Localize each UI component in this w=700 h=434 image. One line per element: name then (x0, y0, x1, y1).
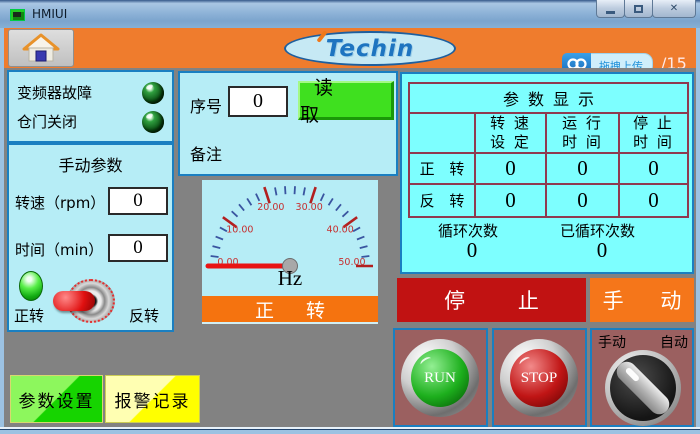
main-area: 变频器故障 仓门关闭 手动参数 转速（rpm） 时间（min） 正转 反转 序号 (4, 68, 696, 427)
alarm-row-door: 仓门关闭 (17, 107, 164, 136)
alarm-log-button[interactable]: 报警记录 (105, 375, 200, 423)
param-table-corner (410, 114, 476, 154)
serial-label: 序号 (190, 93, 222, 117)
col-header-stoptime: 停 止 时 间 (620, 114, 687, 154)
stop-push-panel: STOP (492, 328, 587, 427)
inverter-fault-label: 变频器故障 (17, 82, 92, 103)
mode-selector-switch[interactable] (605, 350, 681, 426)
inverter-fault-lamp-icon (142, 82, 164, 104)
window-title: HMIUI (32, 7, 67, 21)
param-settings-button[interactable]: 参数设置 (10, 375, 103, 423)
maximize-button[interactable] (624, 0, 653, 18)
gauge-unit: Hz (202, 266, 378, 291)
serial-input[interactable] (228, 86, 288, 117)
manual-mode-button[interactable]: 手 动 (590, 278, 694, 322)
param-table: 参数显示 转 速 设 定 运 行 时 间 停 止 时 间 正 转 0 0 0 反… (408, 82, 689, 218)
cycle-count-value: 0 (432, 238, 512, 263)
direction-toggle-handle-icon[interactable] (53, 291, 95, 311)
manual-params-panel: 手动参数 转速（rpm） 时间（min） 正转 反转 (7, 143, 174, 332)
run-button-dome-icon: RUN (411, 349, 469, 407)
window-frame-bottom (0, 427, 700, 434)
time-label: 时间（min） (15, 239, 103, 260)
minimize-button[interactable] (596, 0, 625, 18)
time-input[interactable] (108, 234, 168, 262)
alarm-row-inverter: 变频器故障 (17, 78, 164, 107)
speed-label: 转速（rpm） (15, 192, 105, 213)
run-push-button[interactable]: RUN (401, 339, 479, 417)
row-label-reverse: 反 转 (410, 185, 476, 216)
reverse-speed-value: 0 (476, 185, 547, 216)
header: Techin 拖拽上传 /15 17:59:18 (4, 28, 696, 68)
rotation-status-bar: 正 转 (202, 296, 378, 324)
close-button[interactable]: ✕ (652, 0, 696, 18)
param-display-panel: 参数显示 转 速 设 定 运 行 时 间 停 止 时 间 正 转 0 0 0 反… (400, 72, 694, 274)
minimize-icon (606, 11, 615, 14)
forward-run-lamp-icon (19, 271, 43, 301)
param-table-title: 参数显示 (410, 84, 687, 114)
alarm-panel: 变频器故障 仓门关闭 (7, 70, 174, 143)
selector-auto-label: 自动 (660, 332, 688, 352)
forward-runtime-value: 0 (547, 154, 620, 185)
window-controls: ✕ (597, 0, 696, 18)
gauge-panel: 0.0010.0020.0030.0040.0050.00 Hz (202, 180, 378, 296)
cycled-count-value: 0 (562, 238, 642, 263)
forward-speed-value: 0 (476, 154, 547, 185)
row-label-forward: 正 转 (410, 154, 476, 185)
stop-button[interactable]: 停 止 (397, 278, 586, 322)
svg-text:10.00: 10.00 (226, 225, 253, 236)
brand-name: Techin (326, 36, 415, 62)
serial-panel: 序号 读 取 备注 (178, 71, 398, 176)
col-header-runtime: 运 行 时 间 (547, 114, 620, 154)
close-icon: ✕ (670, 3, 678, 14)
svg-text:40.00: 40.00 (327, 225, 354, 236)
col-header-speed: 转 速 设 定 (476, 114, 547, 154)
selector-lever-icon (613, 358, 674, 419)
home-button[interactable] (8, 29, 74, 67)
app-icon (10, 9, 25, 21)
manual-params-title: 手动参数 (9, 152, 172, 176)
door-closed-lamp-icon (142, 111, 164, 133)
forward-stoptime-value: 0 (620, 154, 687, 185)
brand-logo: Techin (284, 31, 456, 66)
run-push-panel: RUN (393, 328, 488, 427)
door-closed-label: 仓门关闭 (17, 111, 77, 132)
reverse-stoptime-value: 0 (620, 185, 687, 216)
selector-manual-label: 手动 (598, 332, 626, 352)
title-bar: HMIUI ✕ (0, 0, 700, 28)
reverse-runtime-value: 0 (547, 185, 620, 216)
read-button[interactable]: 读 取 (298, 81, 394, 120)
selector-knob-icon (610, 355, 676, 421)
maximize-icon (634, 5, 643, 13)
note-label: 备注 (190, 141, 222, 165)
svg-text:30.00: 30.00 (296, 202, 323, 213)
stop-push-button[interactable]: STOP (500, 339, 578, 417)
hmi-window: HMIUI ✕ Techin 拖拽上传 (0, 0, 700, 434)
speed-input[interactable] (108, 187, 168, 215)
forward-label: 正转 (14, 305, 44, 326)
svg-text:20.00: 20.00 (257, 202, 284, 213)
reverse-label: 反转 (129, 305, 159, 326)
home-icon (21, 32, 61, 64)
mode-selector-panel: 手动 自动 (590, 328, 694, 427)
stop-button-dome-icon: STOP (510, 349, 568, 407)
